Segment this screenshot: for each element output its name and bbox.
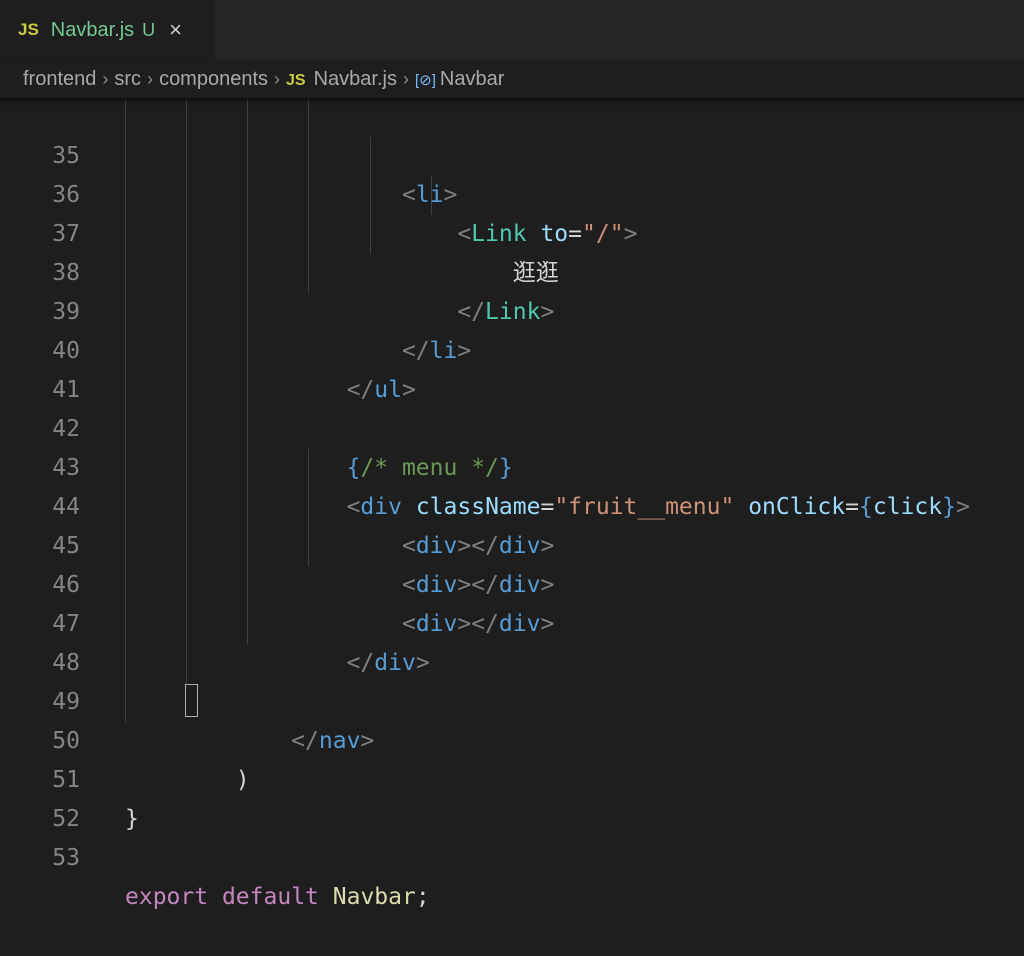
code-line: 38 </Link>	[0, 215, 1024, 325]
tab-navbar-js[interactable]: JS Navbar.js U ×	[0, 0, 215, 60]
code-line: 35 <li>	[0, 98, 1024, 208]
code-line: 53 export default Navbar;	[0, 800, 1024, 910]
breadcrumb-item-navbar-symbol[interactable]: [⊘] Navbar	[415, 68, 504, 91]
code-line: 40 </ul>	[0, 293, 1024, 403]
symbol-variable-icon: [⊘]	[414, 71, 436, 89]
untracked-status-badge: U	[142, 19, 156, 40]
code-line: 50 )	[0, 683, 1024, 793]
code-line: 41	[0, 332, 1024, 403]
code-line: 46 <div></div>	[0, 527, 1024, 637]
code-line: 47 </div>	[0, 566, 1024, 676]
chevron-right-icon: ›	[402, 68, 409, 89]
code-line: 36 <Link to="/">	[0, 137, 1024, 247]
chevron-right-icon: ›	[102, 68, 109, 89]
code-line: 42 {/* menu */}	[0, 371, 1024, 481]
javascript-file-icon: JS	[18, 20, 39, 39]
breadcrumb-item-navbar-js[interactable]: JS Navbar.js	[286, 68, 397, 91]
code-line: 48	[0, 605, 1024, 676]
code-line: 45 <div></div>	[0, 488, 1024, 598]
code-line: 51 }	[0, 722, 1024, 832]
code-line: 37 逛逛	[0, 176, 1024, 286]
tab-filename: Navbar.js	[50, 18, 135, 41]
line-number: 53	[52, 845, 80, 871]
breadcrumb-file-label: Navbar.js	[313, 67, 397, 90]
code-text: export default Navbar;	[125, 884, 430, 910]
code-line: 44 <div></div>	[0, 449, 1024, 559]
chevron-right-icon: ›	[274, 68, 281, 89]
code-line: 49 </nav>	[0, 644, 1024, 754]
code-line: 43 <div className="fruit__menu" onClick=…	[0, 410, 1024, 520]
breadcrumb: frontend › src › components › JS Navbar.j…	[0, 60, 1024, 98]
close-icon[interactable]: ×	[169, 17, 182, 43]
javascript-file-icon: JS	[286, 71, 306, 89]
breadcrumb-item-frontend[interactable]: frontend	[23, 68, 96, 91]
breadcrumb-symbol-label: Navbar	[439, 67, 505, 90]
breadcrumb-item-src[interactable]: src	[114, 68, 141, 91]
tab-bar: JS Navbar.js U ×	[0, 0, 1024, 60]
code-line: 39 </li>	[0, 254, 1024, 364]
breadcrumb-item-components[interactable]: components	[159, 68, 268, 91]
code-editor[interactable]: 35 <li> 36 <Link to="/"> 37 逛逛 38 </Link…	[0, 98, 1024, 910]
chevron-right-icon: ›	[147, 68, 154, 89]
code-line: 52	[0, 761, 1024, 832]
